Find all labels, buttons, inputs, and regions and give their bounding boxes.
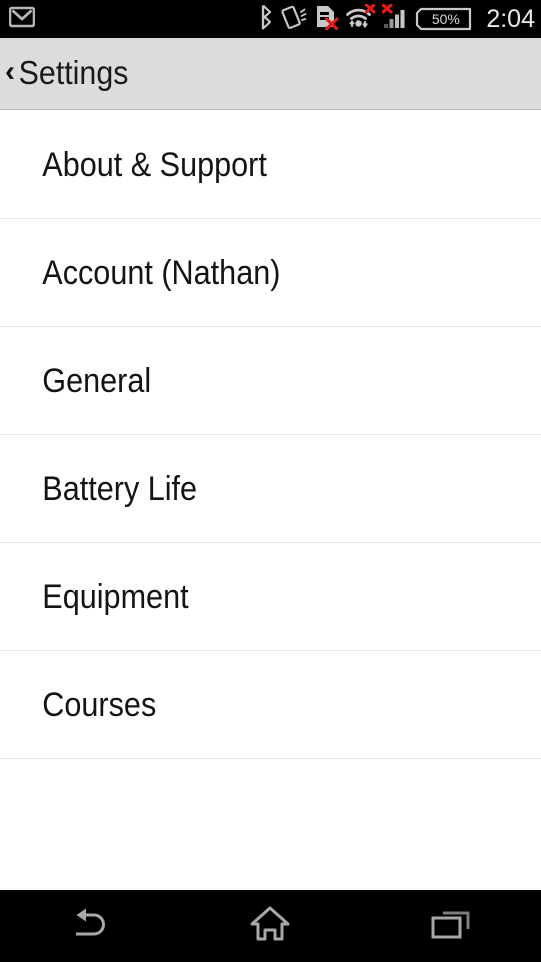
list-item-label: Courses bbox=[42, 685, 157, 724]
settings-item-courses[interactable]: Courses bbox=[0, 651, 541, 759]
android-navigation-bar bbox=[0, 890, 541, 962]
settings-list: About & Support Account (Nathan) General… bbox=[0, 111, 541, 890]
nav-recents-button[interactable] bbox=[361, 890, 541, 962]
settings-item-equipment[interactable]: Equipment bbox=[0, 543, 541, 651]
recents-icon bbox=[430, 906, 472, 947]
settings-item-battery-life[interactable]: Battery Life bbox=[0, 435, 541, 543]
status-bar: 50% 2:04 bbox=[0, 0, 541, 38]
settings-item-general[interactable]: General bbox=[0, 327, 541, 435]
vibrate-icon bbox=[281, 5, 307, 34]
wifi-disconnected-icon bbox=[345, 2, 376, 35]
home-icon bbox=[249, 905, 291, 948]
nav-home-button[interactable] bbox=[180, 890, 360, 962]
cellular-signal-disabled-icon bbox=[381, 2, 408, 35]
sim-card-disabled-icon bbox=[314, 4, 339, 35]
list-item-label: General bbox=[42, 361, 152, 400]
list-item-label: Equipment bbox=[42, 577, 189, 616]
status-bar-system-icons: 50% 2:04 bbox=[259, 0, 535, 38]
list-item-label: About & Support bbox=[42, 145, 267, 184]
status-bar-notification-icons bbox=[0, 6, 36, 33]
settings-item-account[interactable]: Account (Nathan) bbox=[0, 219, 541, 327]
gmail-icon bbox=[8, 6, 36, 33]
list-item-label: Battery Life bbox=[42, 469, 198, 508]
nav-back-button[interactable] bbox=[0, 890, 180, 962]
page-title: Settings bbox=[18, 53, 129, 91]
title-bar[interactable]: ‹ Settings bbox=[0, 38, 541, 110]
back-arrow-icon bbox=[67, 906, 113, 947]
list-item-label: Account (Nathan) bbox=[42, 253, 281, 292]
phone-screen: 50% 2:04 ‹ Settings About & Support Acco… bbox=[0, 0, 541, 962]
bluetooth-icon bbox=[259, 4, 274, 35]
settings-item-about-support[interactable]: About & Support bbox=[0, 111, 541, 219]
battery-level-label: 50% bbox=[431, 11, 460, 27]
back-chevron-icon[interactable]: ‹ bbox=[0, 57, 15, 90]
battery-status-icon: 50% bbox=[415, 6, 473, 32]
status-bar-clock: 2:04 bbox=[486, 5, 535, 33]
